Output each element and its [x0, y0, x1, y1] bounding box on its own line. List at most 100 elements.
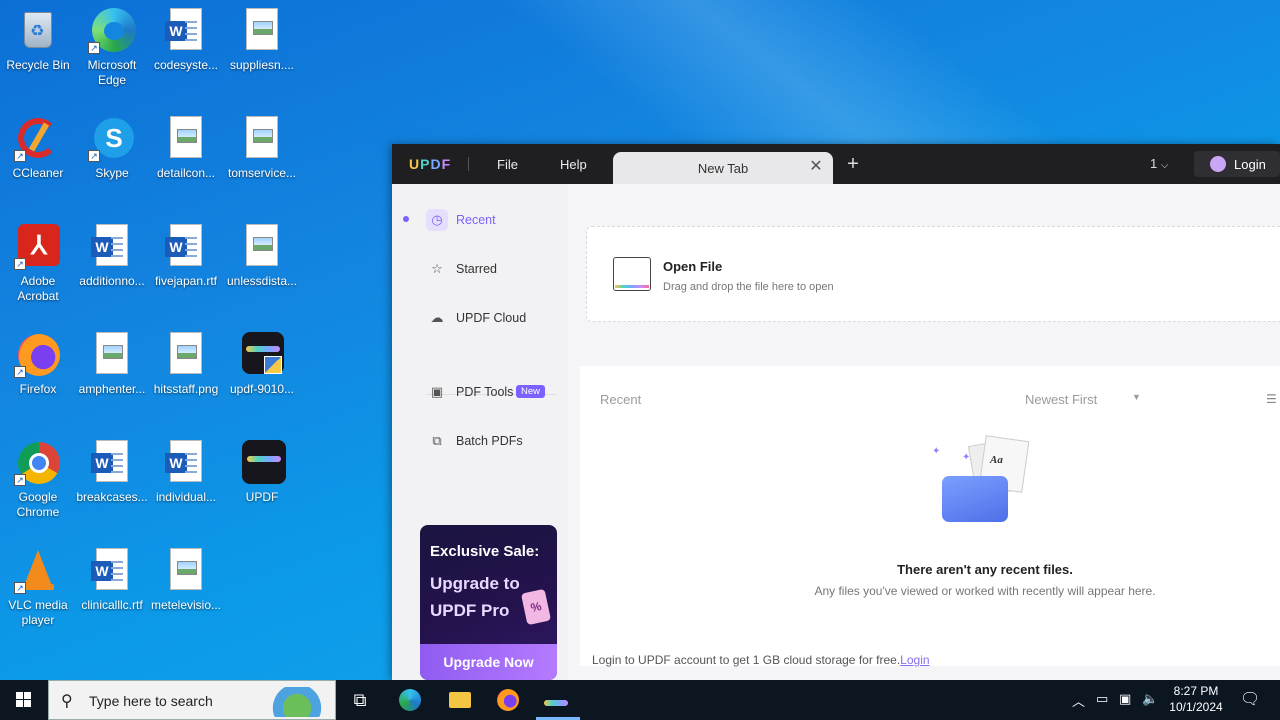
desktop-icon-codesyste[interactable]: W codesyste... [148, 0, 224, 73]
footer-text: Login to UPDF account to get 1 GB cloud … [592, 653, 901, 667]
chrome-icon: ↗ [14, 438, 62, 486]
network-icon[interactable]: ▣ [1119, 691, 1131, 707]
desktop-icon-skype[interactable]: S ↗ Skype [74, 108, 150, 181]
desktop-icon-label: hitsstaff.png [153, 382, 219, 396]
desktop-icon-label: unlessdista... [226, 274, 298, 288]
desktop-icon-label: VLC media player [8, 598, 68, 627]
desktop-icon-vlc[interactable]: ↗ VLC media player [0, 540, 76, 628]
desktop-icon-label: UPDF [245, 490, 279, 504]
desktop-icon-additionno[interactable]: W additionno... [74, 216, 150, 289]
sort-dropdown[interactable]: Newest First [1025, 392, 1097, 407]
start-button[interactable] [0, 680, 48, 720]
caret-down-icon[interactable]: ▼ [1132, 392, 1141, 402]
acrobat-icon: ⅄ ↗ [14, 222, 62, 270]
sidebar-item-recent[interactable]: ◷ Recent [426, 208, 576, 234]
tab-new-tab[interactable]: New Tab ✕ [613, 152, 833, 184]
word-doc-icon: W [88, 546, 136, 594]
taskbar-search-box[interactable]: ⚲ Type here to search [48, 680, 336, 720]
anyrun-watermark: ANY RUN [1036, 608, 1250, 657]
file-explorer-icon[interactable] [446, 686, 474, 714]
tab-label: New Tab [697, 161, 749, 176]
desktop-icon-firefox[interactable]: ↗ Firefox [0, 324, 76, 397]
desktop-icon-label: Recycle Bin [6, 58, 70, 72]
empty-state-subtitle: Any files you've viewed or worked with r… [814, 584, 1156, 598]
star-icon: ☆ [431, 261, 443, 276]
desktop-icon-edge[interactable]: ↗ Microsoft Edge [74, 0, 150, 88]
sidebar: ◷ Recent ☆ Starred ☁ UPDF Cloud ▣ PDF To… [392, 184, 568, 680]
image-file-icon [238, 222, 286, 270]
sidebar-item-pdf-tools[interactable]: ▣ PDF Tools New [426, 380, 576, 406]
edge-taskbar-icon[interactable] [396, 686, 424, 714]
desktop-icon-label: detailcon... [156, 166, 216, 180]
desktop-icon-chrome[interactable]: ↗ Google Chrome [0, 432, 76, 520]
desktop-icon-hitsstaff[interactable]: hitsstaff.png [148, 324, 224, 397]
desktop-icon-adobe-acrobat[interactable]: ⅄ ↗ Adobe Acrobat [0, 216, 76, 304]
desktop-icon-metelevisio[interactable]: metelevisio... [148, 540, 224, 613]
desktop-icon-detailcon[interactable]: detailcon... [148, 108, 224, 181]
desktop-icon-fivejapan[interactable]: W fivejapan.rtf [148, 216, 224, 289]
clock-time: 8:27 PM [1173, 684, 1219, 698]
menu-help[interactable]: Help [560, 157, 587, 172]
main-content: Open File Drag and drop the file here to… [568, 184, 1280, 680]
desktop-icon-clinicalllc[interactable]: W clinicalllc.rtf [74, 540, 150, 613]
firefox-taskbar-icon[interactable] [494, 686, 522, 714]
desktop-icon-label: additionno... [79, 274, 145, 288]
shortcut-arrow-icon: ↗ [14, 150, 26, 162]
desktop-icon-label: Firefox [19, 382, 57, 396]
open-file-dropzone[interactable]: Open File Drag and drop the file here to… [586, 226, 1280, 322]
firefox-icon: ↗ [14, 330, 62, 378]
upgrade-now-button[interactable]: Upgrade Now [420, 644, 557, 680]
menu-file[interactable]: File [497, 157, 518, 172]
volume-icon[interactable]: 🔈 [1142, 691, 1158, 707]
desktop-icon-individual[interactable]: W individual... [148, 432, 224, 505]
list-view-icon[interactable]: ☰ [1266, 393, 1280, 405]
footer-login-link[interactable]: Login [900, 653, 929, 667]
sidebar-item-cloud[interactable]: ☁ UPDF Cloud [426, 306, 576, 332]
updf-taskbar-icon[interactable] [542, 686, 570, 714]
ccleaner-icon: ↗ [14, 114, 62, 162]
image-file-icon [162, 546, 210, 594]
updf-window: UPDF File Help New Tab ✕ + 1 ⌵ Login ◷ R… [392, 144, 1280, 680]
promo-banner[interactable]: Exclusive Sale: Upgrade to UPDF Pro % Up… [420, 525, 557, 680]
window-count-dropdown[interactable]: 1 ⌵ [1150, 156, 1168, 171]
image-file-icon [238, 114, 286, 162]
promo-subline: Upgrade to UPDF Pro [430, 574, 520, 620]
system-clock[interactable]: 8:27 PM 10/1/2024 [1164, 683, 1228, 715]
task-view-icon[interactable]: ⧉ [346, 686, 374, 714]
desktop-icon-recycle-bin[interactable]: ♻ Recycle Bin [0, 0, 76, 73]
desktop-icon-label: codesyste... [153, 58, 219, 72]
new-badge: New [516, 385, 546, 398]
folder-icon [613, 257, 651, 291]
chevron-up-icon[interactable]: ︿ [1072, 691, 1085, 710]
cloud-icon: ☁ [430, 310, 444, 325]
search-placeholder: Type here to search [89, 693, 213, 709]
desktop-icon-unlessdista[interactable]: unlessdista... [224, 216, 300, 289]
desktop-icon-breakcases[interactable]: W breakcases... [74, 432, 150, 505]
meet-now-icon[interactable]: ▭ [1096, 691, 1108, 707]
desktop-icon-ccleaner[interactable]: ↗ CCleaner [0, 108, 76, 181]
taskbar: ⚲ Type here to search ⧉ ︿ ▭ ▣ 🔈 8:27 PM … [0, 680, 1280, 720]
clock-icon: ◷ [426, 209, 448, 231]
close-icon[interactable]: ✕ [807, 158, 825, 176]
desktop-icon-suppliesn[interactable]: suppliesn.... [224, 0, 300, 73]
login-label: Login [1234, 157, 1266, 172]
edge-icon: ↗ [88, 6, 136, 54]
desktop-icon-label: amphenter... [78, 382, 146, 396]
updf-installer-icon [238, 330, 286, 378]
desktop-icon-label: Microsoft Edge [87, 58, 137, 87]
word-doc-icon: W [162, 222, 210, 270]
desktop-icon-updf-installer[interactable]: updf-9010... [224, 324, 300, 397]
notification-icon[interactable]: 🗨 [1240, 689, 1260, 709]
desktop-icon-updf[interactable]: UPDF [224, 432, 300, 505]
sidebar-item-label: UPDF Cloud [456, 311, 527, 325]
avatar [1210, 156, 1226, 172]
sidebar-item-label: Recent [456, 213, 496, 227]
sidebar-item-starred[interactable]: ☆ Starred [426, 257, 576, 283]
updf-icon [238, 438, 286, 486]
login-button[interactable]: Login [1194, 151, 1280, 177]
desktop-icon-label: Adobe Acrobat [17, 274, 59, 303]
sidebar-item-batch[interactable]: ⧉ Batch PDFs [426, 429, 576, 455]
desktop-icon-tomservice[interactable]: tomservice... [224, 108, 300, 181]
new-tab-button[interactable]: + [844, 154, 862, 174]
desktop-icon-amphenter[interactable]: amphenter... [74, 324, 150, 397]
